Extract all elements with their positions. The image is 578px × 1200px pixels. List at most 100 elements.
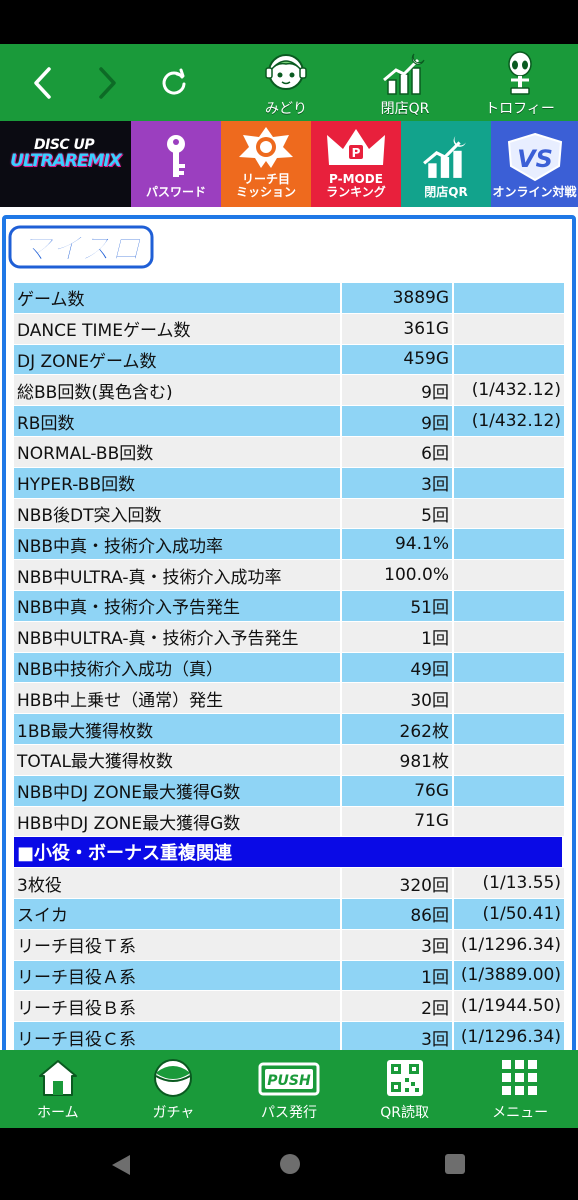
stat-label: RB回数: [14, 406, 342, 437]
nav-menu[interactable]: メニュー: [462, 1050, 578, 1128]
stat-value: 100.0%: [342, 560, 454, 591]
stat-label: NBB中技術介入成功（真）: [14, 652, 342, 684]
logo-bottom-text: ULTRAREMIX: [10, 151, 122, 171]
system-back-icon[interactable]: [108, 1152, 134, 1178]
stat-row: HYPER-BB回数 3回: [14, 467, 564, 499]
password-tile[interactable]: パスワード: [131, 121, 221, 207]
stat-ratio: [454, 590, 564, 622]
svg-text:VS: VS: [517, 145, 553, 173]
stat-value: 320回: [342, 868, 454, 899]
stats-body: ゲーム数 3889G DANCE TIMEゲーム数 361G DJ ZONEゲーム数 45…: [14, 283, 564, 1050]
nav-pass-issue[interactable]: PUSH パス発行: [231, 1050, 347, 1128]
stat-row: 1BB最大獲得枚数 262枚: [14, 714, 564, 745]
trophy-button[interactable]: トロフィー: [472, 50, 568, 120]
nav-gacha[interactable]: ガチャ: [116, 1050, 232, 1128]
online-battle-tile[interactable]: VS オンライン対戦: [491, 121, 578, 207]
stat-ratio: [454, 714, 564, 745]
stat-label: NBB中真・技術介入予告発生: [14, 590, 342, 622]
stat-ratio: [454, 744, 564, 776]
stat-value: 94.1%: [342, 529, 454, 561]
home-icon: [38, 1060, 77, 1096]
stat-label: リーチ目役Ｃ系: [14, 1022, 342, 1050]
stat-row: TOTAL最大獲得枚数 981枚: [14, 744, 564, 776]
stat-ratio: (1/3889.00): [454, 960, 564, 992]
reach-mission-tile[interactable]: リーチ目 ミッション: [221, 121, 311, 207]
reload-button[interactable]: [154, 44, 194, 121]
stat-ratio: (1/1944.50): [454, 991, 564, 1023]
nav-home-label: ホーム: [37, 1105, 79, 1121]
feature-banner: DISC UP ULTRAREMIX パスワード リーチ目 ミッション P P-…: [0, 121, 578, 207]
stat-row: スイカ 86回 (1/50.41): [14, 898, 564, 930]
stat-label: 3枚役: [14, 868, 342, 899]
stat-row: DANCE TIMEゲーム数 361G: [14, 313, 564, 345]
stat-label: ゲーム数: [14, 283, 342, 314]
stats-table: ゲーム数 3889G DANCE TIMEゲーム数 361G DJ ZONEゲーム数 45…: [14, 283, 564, 1050]
stat-row: リーチ目役Ｃ系 3回 (1/1296.34): [14, 1022, 564, 1050]
stat-value: 3回: [342, 929, 454, 961]
myslo-logo-image: マイスロ: [8, 225, 154, 269]
stat-ratio: [454, 498, 564, 530]
stat-label: NORMAL-BB回数: [14, 436, 342, 468]
system-home-icon[interactable]: [278, 1152, 302, 1176]
stat-row: NBB中DJ ZONE最大獲得G数 76G: [14, 775, 564, 807]
myslo-logo: マイスロ: [8, 223, 156, 271]
p-mode-ranking-tile[interactable]: P P-MODE ランキング: [311, 121, 401, 207]
midori-button[interactable]: みどり: [238, 50, 334, 120]
stat-label: NBB中ULTRA-真・技術介入成功率: [14, 560, 342, 591]
stat-value: 361G: [342, 313, 454, 345]
stat-value: 981枚: [342, 744, 454, 776]
stat-row: リーチ目役Ｂ系 2回 (1/1944.50): [14, 991, 564, 1023]
stat-row: NBB後DT突入回数 5回: [14, 498, 564, 530]
nav-qr-read[interactable]: QR読取: [347, 1050, 463, 1128]
stat-label: HYPER-BB回数: [14, 467, 342, 499]
stat-row: 3枚役 320回 (1/13.55): [14, 868, 564, 899]
stat-label: スイカ: [14, 898, 342, 930]
stat-value: 76G: [342, 775, 454, 807]
stat-ratio: [454, 529, 564, 561]
trophy-label: トロフィー: [485, 101, 555, 117]
stat-ratio: (1/50.41): [454, 898, 564, 930]
stat-row: NBB中真・技術介入成功率 94.1%: [14, 529, 564, 561]
stat-label: NBB中真・技術介入成功率: [14, 529, 342, 561]
stat-label: HBB中DJ ZONE最大獲得G数: [14, 806, 342, 838]
reach-mission-label: リーチ目 ミッション: [235, 172, 296, 199]
stat-label: リーチ目役Ａ系: [14, 960, 342, 992]
status-bar: [0, 0, 578, 44]
svg-text:P: P: [352, 146, 361, 160]
stat-row: NBB中ULTRA-真・技術介入予告発生 1回: [14, 621, 564, 653]
stat-row: NBB中真・技術介入予告発生 51回: [14, 590, 564, 622]
section-title: ■小役・ボーナス重複関連: [14, 837, 564, 869]
nav-menu-label: メニュー: [492, 1105, 549, 1121]
stat-value: 3回: [342, 467, 454, 499]
push-pass-icon: PUSH: [258, 1062, 320, 1096]
disc-up-logo[interactable]: DISC UP ULTRAREMIX: [0, 121, 131, 207]
stat-label: NBB後DT突入回数: [14, 498, 342, 530]
crown-icon: P: [327, 129, 385, 165]
stat-ratio: [454, 775, 564, 807]
stat-value: 86回: [342, 898, 454, 930]
stat-label: 総BB回数(異色含む): [14, 375, 342, 407]
stat-row: ゲーム数 3889G: [14, 283, 564, 314]
content-area: マイスロ ゲーム数 3889G DANCE TIMEゲーム数 361G DJ ZONEゲ…: [0, 207, 578, 1050]
password-label: パスワード: [145, 185, 206, 199]
back-button[interactable]: [22, 44, 62, 121]
top-bar: みどり 閉店QR トロフィー: [0, 44, 578, 121]
stat-ratio: [454, 621, 564, 653]
stat-value: 51回: [342, 590, 454, 622]
nav-home[interactable]: ホーム: [0, 1050, 116, 1128]
stat-value: 71G: [342, 806, 454, 838]
stat-ratio: (1/1296.34): [454, 1022, 564, 1050]
gacha-icon: [154, 1059, 193, 1097]
forward-button[interactable]: [88, 44, 128, 121]
stat-ratio: [454, 344, 564, 376]
stat-value: 1回: [342, 960, 454, 992]
closing-qr-tile[interactable]: 閉店QR: [401, 121, 491, 207]
stat-value: 5回: [342, 498, 454, 530]
stat-value: 1回: [342, 621, 454, 653]
stat-ratio: [454, 683, 564, 715]
stat-ratio: (1/432.12): [454, 406, 564, 437]
stat-ratio: (1/1296.34): [454, 929, 564, 961]
system-recents-icon[interactable]: [443, 1152, 467, 1176]
stat-label: リーチ目役Ｂ系: [14, 991, 342, 1023]
closing-qr-button[interactable]: 閉店QR: [357, 50, 453, 120]
